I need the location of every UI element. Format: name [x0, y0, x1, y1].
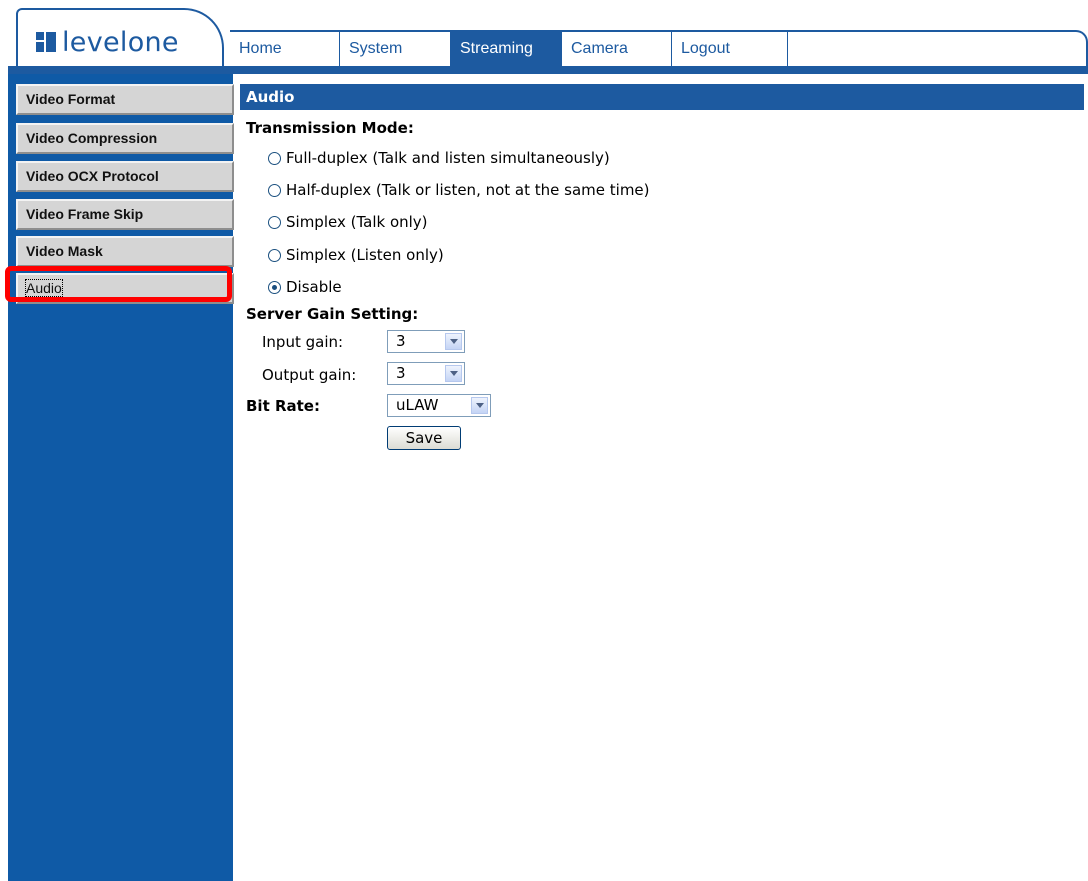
- header: levelone Home System Streaming Camera Lo…: [0, 0, 1088, 80]
- tab-streaming[interactable]: Streaming: [451, 32, 562, 66]
- input-gain-select[interactable]: 3: [387, 330, 465, 353]
- save-button[interactable]: Save: [387, 426, 461, 450]
- output-gain-select[interactable]: 3: [387, 362, 465, 385]
- levelone-logo[interactable]: levelone: [36, 25, 179, 59]
- sidebar-item-video-frame-skip[interactable]: Video Frame Skip: [16, 199, 234, 230]
- sidebar-item-video-format[interactable]: Video Format: [16, 84, 234, 115]
- option-simplex-talk[interactable]: Simplex (Talk only): [268, 211, 428, 233]
- transmission-mode-label: Transmission Mode:: [246, 119, 414, 137]
- radio-disable[interactable]: [268, 280, 281, 294]
- sidebar-item-video-ocx-protocol[interactable]: Video OCX Protocol: [16, 161, 234, 192]
- radio-half-duplex[interactable]: [268, 183, 281, 197]
- chevron-down-icon[interactable]: [445, 365, 462, 382]
- server-gain-label: Server Gain Setting:: [246, 305, 419, 323]
- option-full-duplex[interactable]: Full-duplex (Talk and listen simultaneou…: [268, 147, 610, 169]
- radio-simplex-listen[interactable]: [268, 248, 281, 262]
- tab-system[interactable]: System: [340, 32, 451, 66]
- section-title: Audio: [240, 84, 1084, 110]
- tab-logout[interactable]: Logout: [672, 32, 788, 66]
- bit-rate-label: Bit Rate:: [246, 397, 320, 415]
- header-divider: [8, 66, 1088, 74]
- tab-camera[interactable]: Camera: [562, 32, 672, 66]
- bit-rate-value: uLAW: [396, 396, 439, 414]
- option-disable[interactable]: Disable: [268, 276, 342, 298]
- radio-full-duplex[interactable]: [268, 151, 281, 165]
- chevron-down-icon[interactable]: [471, 397, 488, 414]
- bit-rate-select[interactable]: uLAW: [387, 394, 491, 417]
- option-simplex-listen[interactable]: Simplex (Listen only): [268, 244, 444, 266]
- option-label: Disable: [286, 278, 342, 296]
- sidebar-item-video-mask[interactable]: Video Mask: [16, 236, 234, 267]
- option-label: Half-duplex (Talk or listen, not at the …: [286, 181, 650, 199]
- output-gain-label: Output gain:: [262, 366, 357, 384]
- sidebar: Video Format Video Compression Video OCX…: [8, 74, 234, 881]
- tab-home[interactable]: Home: [230, 32, 340, 66]
- chevron-down-icon[interactable]: [445, 333, 462, 350]
- input-gain-label: Input gain:: [262, 333, 344, 351]
- sidebar-item-video-compression[interactable]: Video Compression: [16, 123, 234, 154]
- option-label: Simplex (Listen only): [286, 246, 444, 264]
- option-label: Simplex (Talk only): [286, 213, 428, 231]
- option-half-duplex[interactable]: Half-duplex (Talk or listen, not at the …: [268, 179, 650, 201]
- main-nav: Home System Streaming Camera Logout: [230, 30, 1088, 66]
- logo-mark-icon: [36, 32, 56, 52]
- logo-text: levelone: [62, 26, 179, 58]
- radio-simplex-talk[interactable]: [268, 215, 281, 229]
- option-label: Full-duplex (Talk and listen simultaneou…: [286, 149, 610, 167]
- output-gain-value: 3: [396, 364, 406, 382]
- input-gain-value: 3: [396, 332, 406, 350]
- selection-highlight: [5, 266, 232, 302]
